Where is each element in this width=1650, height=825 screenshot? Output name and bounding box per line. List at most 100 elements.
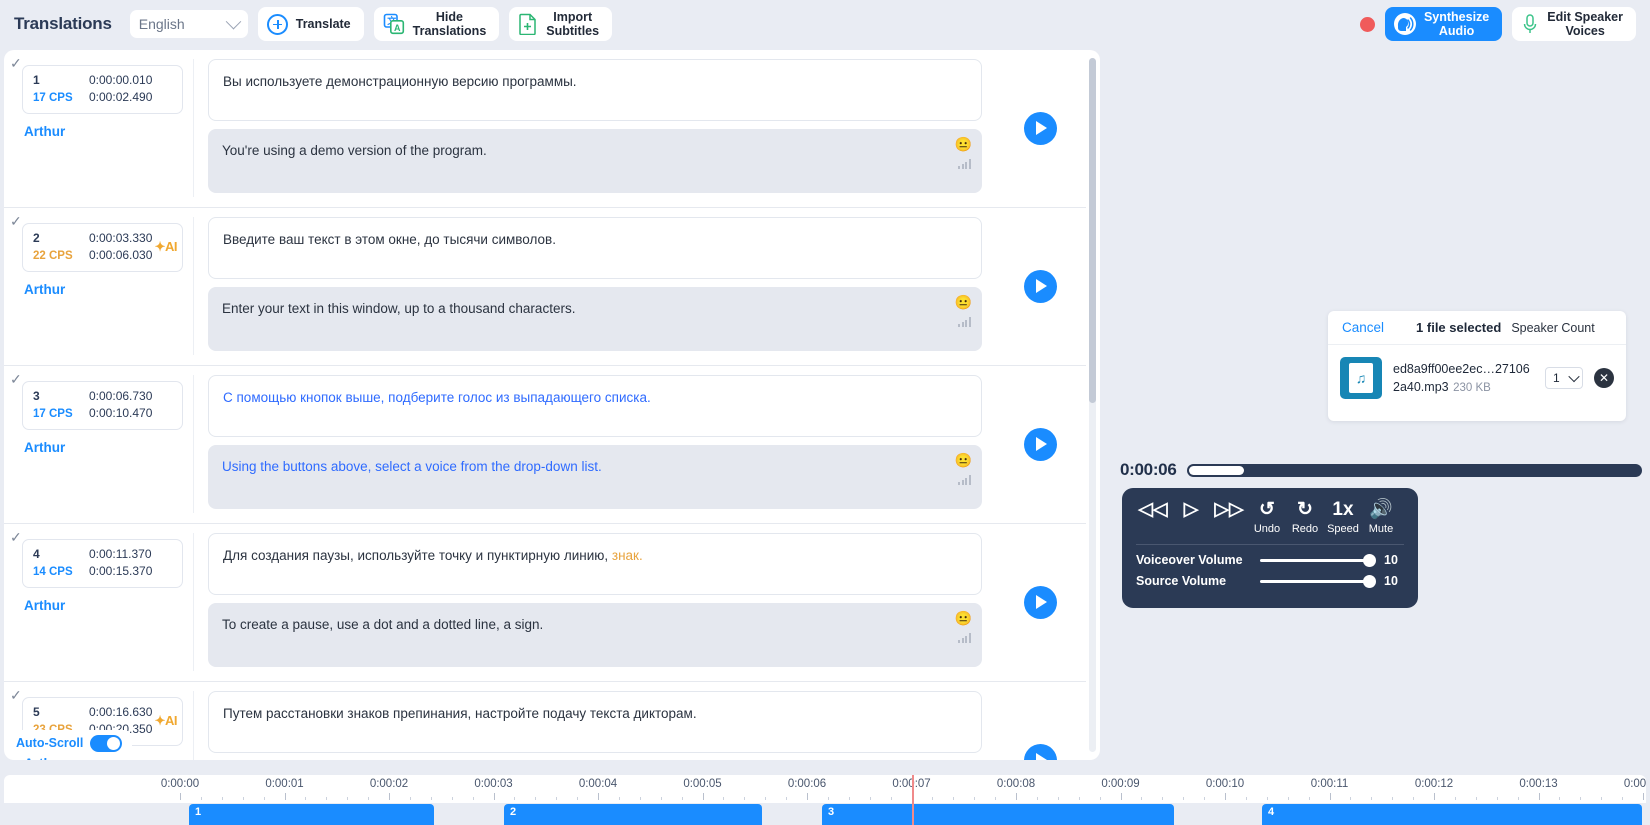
source-text-input[interactable]: С помощью кнопок выше, подберите голос и… xyxy=(208,375,982,437)
redo-icon: ↻ xyxy=(1297,499,1313,521)
synthesize-audio-button-label: Synthesize Audio xyxy=(1424,10,1489,39)
speed-button[interactable]: 1x Speed xyxy=(1326,499,1360,535)
list-scrollbar-thumb[interactable] xyxy=(1089,58,1096,403)
timeline-clip[interactable]: 4 xyxy=(1262,804,1642,825)
timeline-subtick xyxy=(828,797,829,800)
timecode-box[interactable]: 222 CPS0:00:03.3300:00:06.030✦AI xyxy=(22,223,183,272)
timeline-subtick xyxy=(661,797,662,800)
hide-translations-button[interactable]: 文 A Hide Translations xyxy=(374,7,500,41)
emotion-icon[interactable]: 😐 xyxy=(955,137,972,151)
timecode-box[interactable]: 317 CPS0:00:06.7300:00:10.470 xyxy=(22,381,183,430)
list-scrollbar[interactable] xyxy=(1089,58,1096,752)
play-segment-button[interactable] xyxy=(1024,270,1057,303)
timeline-tick-label: 0:00:11 xyxy=(1311,778,1349,790)
timecode-box[interactable]: 117 CPS0:00:00.0100:00:02.490 xyxy=(22,65,183,114)
forward-button[interactable]: ▷▷ xyxy=(1212,499,1246,523)
row-meta: 222 CPS0:00:03.3300:00:06.030✦AI Arthur xyxy=(4,217,194,355)
translation-text-input[interactable]: To create a pause, use a dot and a dotte… xyxy=(208,603,982,667)
row-actions xyxy=(994,533,1086,671)
play-segment-button[interactable] xyxy=(1024,586,1057,619)
subtitle-row[interactable]: ✓523 CPS0:00:16.6300:00:20.350✦AIArthurП… xyxy=(4,682,1086,760)
timeline-ruler[interactable]: 0:00:000:00:010:00:020:00:030:00:040:00:… xyxy=(4,775,1646,803)
timeline[interactable]: 0:00:000:00:010:00:020:00:030:00:040:00:… xyxy=(0,775,1650,825)
source-text-input[interactable]: Для создания паузы, используйте точку и … xyxy=(208,533,982,595)
timeline-tick-label: 0:00:02 xyxy=(370,778,408,790)
cancel-button[interactable]: Cancel xyxy=(1342,320,1384,335)
microphone-icon xyxy=(1521,13,1539,35)
voiceover-volume-row: Voiceover Volume 10 xyxy=(1136,553,1404,567)
auto-scroll-switch[interactable] xyxy=(90,735,122,752)
speaker-name[interactable]: Arthur xyxy=(24,124,193,139)
language-select[interactable]: English xyxy=(130,10,248,38)
timecode-box[interactable]: 414 CPS0:00:11.3700:00:15.370 xyxy=(22,539,183,588)
play-button[interactable]: ▷ xyxy=(1174,499,1208,523)
audio-level-icon[interactable] xyxy=(958,633,971,643)
rewind-button[interactable]: ◁◁ xyxy=(1136,499,1170,523)
timeline-subtick xyxy=(995,797,996,800)
subtitle-row[interactable]: ✓222 CPS0:00:03.3300:00:06.030✦AIArthurВ… xyxy=(4,208,1086,366)
subtitle-index: 3 xyxy=(33,388,89,405)
hide-translations-button-label: Hide Translations xyxy=(413,10,487,39)
timeline-subtick xyxy=(305,797,306,800)
subtitle-list[interactable]: ✓117 CPS0:00:00.0100:00:02.490ArthurВы и… xyxy=(4,50,1086,760)
subtitle-row[interactable]: ✓117 CPS0:00:00.0100:00:02.490ArthurВы и… xyxy=(4,50,1086,208)
source-volume-slider[interactable] xyxy=(1260,580,1374,583)
translation-text-input[interactable]: You're using a demo version of the progr… xyxy=(208,129,982,193)
timeline-clip[interactable]: 1 xyxy=(189,804,434,825)
source-text-input[interactable]: Введите ваш текст в этом окне, до тысячи… xyxy=(208,217,982,279)
play-segment-button[interactable] xyxy=(1024,428,1057,461)
ai-badge-icon[interactable]: ✦AI xyxy=(155,713,177,729)
timeline-clip[interactable]: 3 xyxy=(822,804,1174,825)
emotion-icon[interactable]: 😐 xyxy=(955,611,972,625)
subtitle-row[interactable]: ✓414 CPS0:00:11.3700:00:15.370ArthurДля … xyxy=(4,524,1086,682)
translation-text-input[interactable]: Using the buttons above, select a voice … xyxy=(208,445,982,509)
audio-level-icon[interactable] xyxy=(958,159,971,169)
timeline-subtick xyxy=(1037,797,1038,800)
auto-scroll-toggle[interactable]: Auto-Scroll xyxy=(8,730,132,756)
start-time: 0:00:00.010 xyxy=(89,72,174,89)
speaker-name[interactable]: Arthur xyxy=(24,440,193,455)
remove-file-button[interactable]: ✕ xyxy=(1594,368,1614,388)
synthesize-audio-button[interactable]: Synthesize Audio xyxy=(1385,7,1502,41)
timeline-tick-mark xyxy=(598,793,599,800)
play-segment-button[interactable] xyxy=(1024,112,1057,145)
translation-text-input[interactable]: Enter your text in this window, up to a … xyxy=(208,287,982,351)
source-text-input[interactable]: Путем расстановки знаков препинания, нас… xyxy=(208,691,982,753)
ai-badge-icon[interactable]: ✦AI xyxy=(155,239,177,255)
edit-speaker-voices-button[interactable]: Edit Speaker Voices xyxy=(1512,7,1636,41)
timeline-subtick xyxy=(1162,797,1163,800)
edit-speaker-voices-button-label: Edit Speaker Voices xyxy=(1547,10,1623,39)
voiceover-volume-slider-knob[interactable] xyxy=(1363,554,1376,567)
timeline-subtick xyxy=(974,797,975,800)
redo-button[interactable]: ↻ Redo xyxy=(1288,499,1322,535)
timeline-tick-mark xyxy=(703,793,704,800)
mute-button[interactable]: 🔊 Mute xyxy=(1364,499,1398,535)
timeline-tick-mark xyxy=(1225,793,1226,800)
timeline-clips[interactable]: 1 2 3 4 xyxy=(4,803,1646,825)
import-subtitles-button[interactable]: Import Subtitles xyxy=(509,7,612,41)
timeline-tick-label: 0:00:06 xyxy=(788,778,826,790)
file-size: 230 KB xyxy=(1453,382,1491,394)
speaker-name[interactable]: Arthur xyxy=(24,598,193,613)
voiceover-volume-slider[interactable] xyxy=(1260,559,1374,562)
seek-bar[interactable] xyxy=(1187,464,1643,477)
subtitle-row[interactable]: ✓317 CPS0:00:06.7300:00:10.470ArthurС по… xyxy=(4,366,1086,524)
speaker-name[interactable]: Arthur xyxy=(24,756,193,760)
volume-icon: 🔊 xyxy=(1369,499,1393,521)
translate-button[interactable]: Translate xyxy=(258,7,364,41)
play-segment-button[interactable] xyxy=(1024,744,1057,761)
timeline-playhead[interactable] xyxy=(912,775,914,825)
emotion-icon[interactable]: 😐 xyxy=(955,453,972,467)
emotion-icon[interactable]: 😐 xyxy=(955,295,972,309)
audio-level-icon[interactable] xyxy=(958,317,971,327)
timeline-subtick xyxy=(1413,797,1414,800)
source-text-input[interactable]: Вы используете демонстрационную версию п… xyxy=(208,59,982,121)
undo-button[interactable]: ↺ Undo xyxy=(1250,499,1284,535)
speaker-count-select[interactable]: 1 xyxy=(1545,367,1583,389)
timeline-clip[interactable]: 2 xyxy=(504,804,762,825)
audio-level-icon[interactable] xyxy=(958,475,971,485)
row-actions xyxy=(994,59,1086,197)
record-indicator-icon[interactable] xyxy=(1360,17,1375,32)
source-volume-slider-knob[interactable] xyxy=(1363,575,1376,588)
speaker-name[interactable]: Arthur xyxy=(24,282,193,297)
